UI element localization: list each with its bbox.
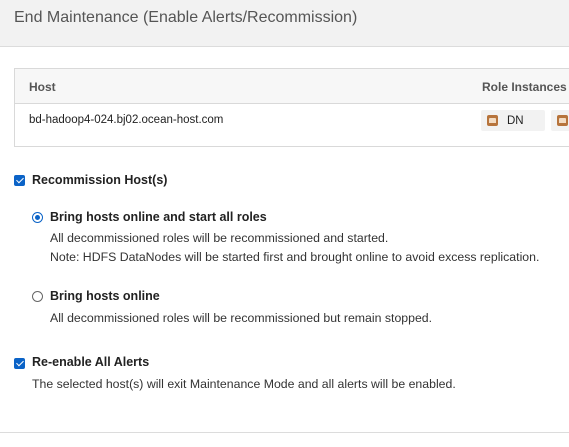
footer-divider (0, 432, 569, 433)
start-all-roles-description: All decommissioned roles will be recommi… (50, 231, 389, 245)
role-instance-badge[interactable]: DN (481, 110, 545, 131)
hdfs-role-icon (557, 115, 568, 126)
host-name-cell: bd-hadoop4-024.bj02.ocean-host.com (29, 114, 224, 126)
bring-online-description: All decommissioned roles will be recommi… (50, 311, 433, 325)
end-maintenance-dialog: End Maintenance (Enable Alerts/Recommiss… (0, 0, 569, 447)
recommission-label[interactable]: Recommission Host(s) (32, 173, 167, 187)
datanode-note: Note: HDFS DataNodes will be started fir… (50, 250, 540, 264)
hdfs-role-icon (487, 115, 498, 126)
start-all-roles-label[interactable]: Bring hosts online and start all roles (50, 210, 267, 224)
dialog-title: End Maintenance (Enable Alerts/Recommiss… (14, 9, 358, 26)
bring-online-label[interactable]: Bring hosts online (50, 289, 160, 303)
recommission-checkbox[interactable] (14, 175, 25, 186)
role-instance-badge[interactable] (551, 110, 569, 131)
host-table: Host Role Instances bd-hadoop4-024.bj02.… (14, 68, 569, 147)
start-all-roles-radio[interactable] (32, 212, 43, 223)
reenable-alerts-checkbox[interactable] (14, 358, 25, 369)
reenable-alerts-description: The selected host(s) will exit Maintenan… (32, 377, 456, 391)
dialog-header: End Maintenance (Enable Alerts/Recommiss… (0, 0, 569, 47)
role-instance-label: DN (507, 114, 524, 127)
bring-online-radio[interactable] (32, 291, 43, 302)
reenable-alerts-label[interactable]: Re-enable All Alerts (32, 355, 149, 369)
column-header-host: Host (29, 80, 56, 94)
table-header: Host Role Instances (15, 69, 569, 104)
column-header-role-instances: Role Instances (482, 80, 567, 94)
